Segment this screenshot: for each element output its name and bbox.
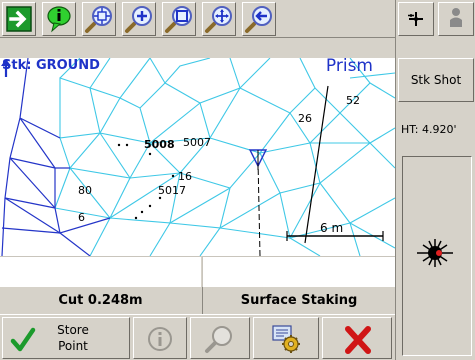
point-label: 5007 — [183, 136, 211, 149]
crosshair-plus-icon — [408, 12, 423, 26]
info-button[interactable] — [42, 2, 76, 36]
pan-icon — [205, 6, 232, 33]
bottom-toolbar: Store Point — [0, 314, 395, 360]
height-label: HT: 4.920' — [401, 122, 457, 136]
prism-label: Prism — [325, 58, 373, 76]
close-button[interactable] — [322, 317, 392, 359]
info-field-right — [202, 256, 395, 286]
info-field-left — [0, 256, 201, 286]
point-label: 80 — [78, 184, 92, 197]
settings-button[interactable] — [253, 317, 319, 359]
add-point-button[interactable] — [398, 2, 434, 36]
breakline — [304, 85, 329, 244]
rod-person-icon — [450, 8, 462, 27]
map-view[interactable]: Stk: GROUND Prism 52 26 5008 5007 16 501… — [0, 58, 395, 256]
right-panel: Stk Shot HT: 4.920' — [395, 0, 475, 360]
close-x-icon — [345, 326, 371, 354]
previous-view-button[interactable] — [242, 2, 276, 36]
rod-person-button[interactable] — [438, 2, 474, 36]
stake-surface-label: Stk: GROUND — [2, 58, 100, 73]
info-circle-icon — [148, 327, 172, 351]
zoom-extents-button[interactable] — [82, 2, 116, 36]
magnifier-icon — [205, 326, 232, 353]
point-label: 16 — [178, 170, 192, 183]
staking-mode: Surface Staking — [202, 286, 395, 314]
cut-fill-value: Cut 0.248m — [0, 286, 201, 314]
info-bubble-icon — [47, 6, 71, 33]
tin-lines — [54, 58, 395, 256]
point-label: 5017 — [158, 184, 186, 197]
stake-guide — [257, 159, 261, 256]
map-toolbar — [0, 0, 395, 38]
scale-label: 6 m — [320, 221, 344, 235]
stake-shot-button[interactable]: Stk Shot — [398, 58, 474, 102]
laser-target-icon — [417, 239, 453, 267]
zoom-in-icon — [125, 6, 152, 33]
previous-view-icon — [245, 6, 272, 33]
point-info-button[interactable] — [133, 317, 187, 359]
gear-settings-icon — [272, 325, 300, 353]
next-button[interactable] — [2, 2, 36, 36]
zoom-window-icon — [165, 6, 192, 33]
zoom-in-button[interactable] — [122, 2, 156, 36]
prism-arrow-icon — [1, 59, 11, 77]
pan-button[interactable] — [202, 2, 236, 36]
zoom-window-button[interactable] — [162, 2, 196, 36]
point-label: 52 — [346, 94, 360, 107]
store-point-button[interactable]: Store Point — [2, 317, 130, 359]
point-label: 6 — [78, 211, 85, 224]
point-label: 26 — [298, 112, 312, 125]
laser-panel — [402, 156, 472, 356]
store-point-label: Store Point — [57, 323, 89, 353]
checkmark-icon — [10, 327, 36, 352]
next-arrow-icon — [6, 6, 32, 32]
search-point-button[interactable] — [190, 317, 250, 359]
zoom-extents-icon — [85, 6, 112, 33]
point-label: 5008 — [144, 138, 175, 151]
dark-tin-lines — [1, 58, 111, 256]
